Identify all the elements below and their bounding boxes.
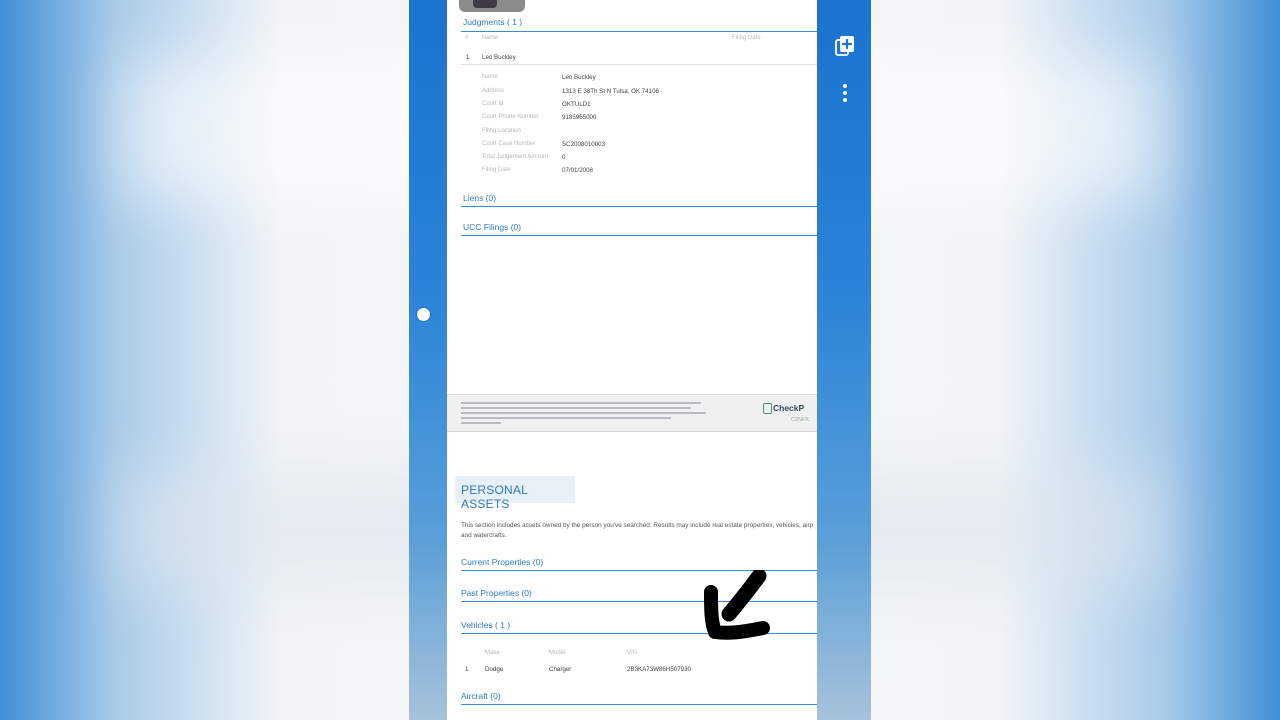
current-properties-title[interactable]: Current Properties (0) bbox=[461, 557, 543, 567]
col-vin: VIN bbox=[627, 650, 638, 656]
detail-value-address: 1313 E 38Th St N Tulsa, OK 74106 bbox=[562, 88, 659, 95]
detail-value-court-id: OKTULD1 bbox=[562, 101, 591, 108]
detail-label-address: Address bbox=[482, 88, 505, 94]
brand-logo: CheckP bbox=[773, 403, 805, 413]
detail-value-total-amount: 0 bbox=[562, 154, 566, 161]
detail-label-filing-date: Filing Date bbox=[482, 167, 511, 173]
footer-code: C2NFK bbox=[791, 417, 810, 423]
add-page-icon[interactable] bbox=[833, 34, 857, 58]
detail-value-filing-date: 07/01/2008 bbox=[562, 167, 593, 174]
aircraft-title[interactable]: Aircraft (0) bbox=[461, 691, 501, 701]
col-name: Name bbox=[482, 35, 499, 41]
detail-label-total-amount: Total Judgement Amount bbox=[482, 154, 549, 160]
thumbnail-image bbox=[473, 0, 497, 8]
col-make: Make bbox=[485, 650, 500, 656]
divider bbox=[461, 235, 817, 236]
row-index: 1 bbox=[466, 54, 470, 61]
brand-logo-icon bbox=[763, 403, 772, 414]
detail-label-name: Name bbox=[482, 74, 499, 80]
past-properties-title[interactable]: Past Properties (0) bbox=[461, 588, 532, 598]
divider bbox=[461, 704, 817, 705]
row-name[interactable]: Leo Buckley bbox=[482, 54, 516, 61]
sidebar-handle[interactable] bbox=[417, 308, 430, 321]
liens-title[interactable]: Liens (0) bbox=[463, 193, 496, 203]
tablet-frame: Judgments ( 1 ) # Name Filing Date 1 Leo… bbox=[409, 0, 871, 720]
detail-value-name: Leo Buckley bbox=[562, 74, 596, 81]
detail-label-court-id: Court Id bbox=[482, 101, 504, 107]
ucc-filings-title[interactable]: UCC Filings (0) bbox=[463, 222, 521, 232]
vehicles-title[interactable]: Vehicles ( 1 ) bbox=[461, 620, 510, 630]
vehicle-vin: 2B3KA73W86H507930 bbox=[627, 666, 691, 673]
footer-disclaimer bbox=[461, 402, 711, 427]
col-model: Model bbox=[549, 650, 566, 656]
row-divider bbox=[461, 64, 817, 65]
vehicle-model: Charger bbox=[549, 666, 572, 673]
hand-drawn-arrow-icon bbox=[701, 568, 777, 642]
detail-label-case-number: Court Case Number bbox=[482, 141, 536, 147]
col-filing-date: Filing Date bbox=[732, 35, 761, 41]
vehicle-make: Dodge bbox=[485, 666, 504, 673]
detail-value-court-phone: 9185965000 bbox=[562, 114, 597, 121]
detail-label-court-phone: Court Phone Number bbox=[482, 114, 539, 120]
page-footer: CheckP C2NFK bbox=[447, 394, 817, 432]
personal-assets-description: This section includes assets owned by th… bbox=[461, 522, 814, 539]
col-index: # bbox=[465, 35, 469, 41]
judgments-title[interactable]: Judgments ( 1 ) bbox=[463, 17, 522, 27]
divider bbox=[461, 31, 817, 32]
report-page[interactable]: Judgments ( 1 ) # Name Filing Date 1 Leo… bbox=[447, 0, 817, 720]
vehicle-index: 1 bbox=[465, 666, 469, 673]
detail-value-case-number: SC2008010003 bbox=[562, 141, 606, 148]
more-vertical-icon[interactable] bbox=[841, 84, 849, 106]
detail-label-filing-location: Filing Location bbox=[482, 128, 521, 134]
personal-assets-heading: PERSONAL ASSETS bbox=[455, 476, 575, 511]
divider bbox=[461, 206, 817, 207]
